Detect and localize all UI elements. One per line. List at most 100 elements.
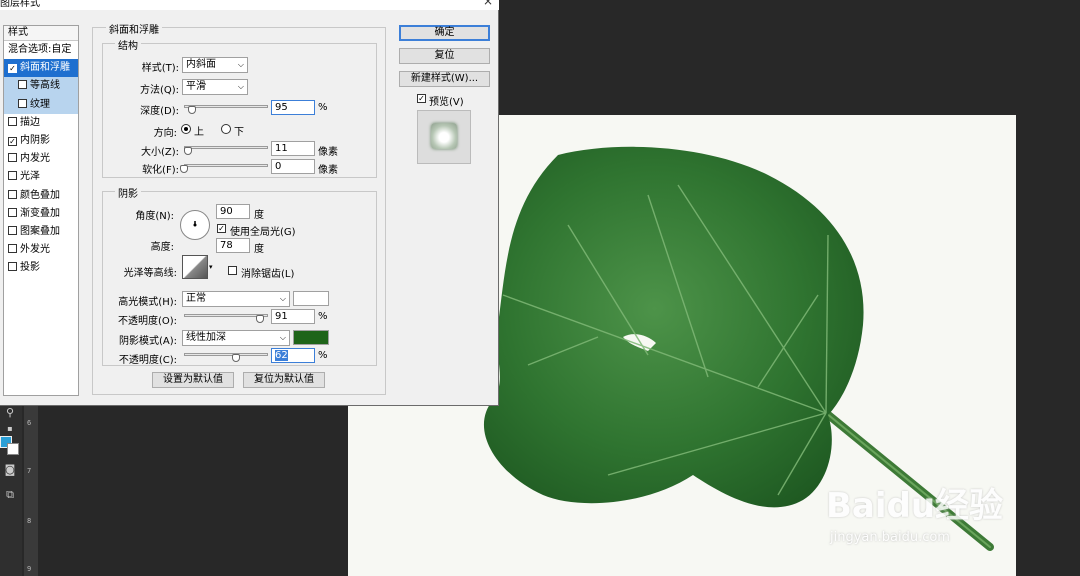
style-item-color-overlay[interactable]: 颜色叠加 — [4, 187, 78, 205]
style-item-stroke[interactable]: 描边 — [4, 114, 78, 132]
soften-input[interactable]: 0 — [271, 159, 315, 174]
styles-header: 样式 — [4, 26, 78, 41]
highlight-color-swatch[interactable] — [293, 291, 329, 306]
gloss-contour-label: 光泽等高线: — [123, 268, 177, 279]
global-light-checkbox[interactable]: ✓ — [217, 224, 226, 233]
size-label: 大小(Z): — [140, 147, 179, 158]
ruler-mark: 8 — [27, 517, 32, 525]
shadow-mode-dropdown[interactable]: 线性加深 ⌵ — [182, 330, 290, 346]
highlight-mode-dropdown[interactable]: 正常 ⌵ — [182, 291, 290, 307]
highlight-opacity-slider[interactable] — [184, 314, 268, 317]
checkbox-icon[interactable]: ✓ — [8, 64, 17, 74]
style-item-label: 斜面和浮雕 — [20, 62, 70, 74]
style-item-label: 内发光 — [20, 153, 50, 165]
soften-label: 软化(F): — [142, 165, 179, 176]
background-color-swatch[interactable] — [7, 443, 19, 455]
reset-default-button[interactable]: 复位为默认值 — [243, 372, 325, 388]
checkbox-icon[interactable] — [8, 207, 17, 217]
zoom-tool-icon[interactable]: ⚲ — [2, 406, 18, 420]
preview-checkbox[interactable]: ✓ — [417, 94, 426, 103]
bevel-section-title: 斜面和浮雕 — [106, 21, 162, 36]
shadow-color-swatch[interactable] — [293, 330, 329, 345]
style-label: 样式(T): — [141, 63, 179, 74]
depth-slider-thumb[interactable] — [187, 106, 196, 114]
style-item-gradient-overlay[interactable]: 渐变叠加 — [4, 205, 78, 223]
reset-button[interactable]: 复位 — [399, 48, 490, 64]
shadow-opacity-slider[interactable] — [184, 353, 268, 356]
screen-mode-icon[interactable]: ⧉ — [2, 488, 18, 502]
style-item-contour[interactable]: 等高线 — [4, 77, 78, 96]
checkbox-icon[interactable]: ✓ — [8, 136, 17, 146]
style-item-label: 投影 — [20, 262, 40, 274]
close-icon[interactable]: × — [483, 0, 493, 8]
checkbox-icon[interactable] — [8, 171, 17, 181]
highlight-mode-label: 高光模式(H): — [118, 297, 177, 308]
checkbox-icon[interactable] — [8, 225, 17, 235]
style-item-drop-shadow[interactable]: 投影 — [4, 259, 78, 277]
style-item-satin[interactable]: 光泽 — [4, 168, 78, 186]
make-default-button[interactable]: 设置为默认值 — [152, 372, 234, 388]
altitude-input[interactable]: 78 — [216, 238, 250, 253]
preview-swatch — [431, 123, 457, 149]
style-dropdown[interactable]: 内斜面 ⌵ — [182, 57, 248, 73]
new-style-button[interactable]: 新建样式(W)... — [399, 71, 490, 87]
antialias-checkbox[interactable] — [228, 266, 237, 275]
chevron-down-icon: ⌵ — [237, 60, 244, 69]
highlight-opacity-input[interactable]: 91 — [271, 309, 315, 324]
baidu-watermark-url: jingyan.baidu.com — [830, 530, 950, 545]
shadow-opacity-slider-thumb[interactable] — [232, 354, 241, 362]
bevel-emboss-group: 斜面和浮雕 结构 样式(T): 内斜面 ⌵ 方法(Q): 平滑 ⌵ 深度(D): 9… — [92, 21, 386, 395]
style-item-blending-options[interactable]: 混合选项:自定 — [4, 41, 78, 59]
checkbox-icon[interactable] — [8, 189, 17, 199]
style-item-pattern-overlay[interactable]: 图案叠加 — [4, 223, 78, 241]
checkbox-icon[interactable] — [8, 153, 17, 163]
baidu-watermark: Baidu经验 — [826, 486, 1004, 526]
depth-slider[interactable] — [184, 105, 268, 108]
default-colors-icon[interactable]: ▪ — [2, 422, 18, 436]
style-item-texture[interactable]: 纹理 — [4, 95, 78, 114]
antialias-label: 消除锯齿(L) — [241, 269, 295, 280]
shadow-mode-label: 阴影模式(A): — [118, 336, 177, 347]
shadow-opacity-input[interactable]: 62 — [271, 348, 315, 363]
direction-down-radio[interactable] — [221, 124, 231, 134]
size-slider[interactable] — [184, 146, 268, 149]
depth-value: 95 — [275, 102, 288, 113]
checkbox-icon[interactable] — [18, 98, 27, 108]
angle-input[interactable]: 90 — [216, 204, 250, 219]
ok-button[interactable]: 确定 — [399, 25, 490, 41]
style-item-label: 渐变叠加 — [20, 207, 60, 219]
method-dropdown[interactable]: 平滑 ⌵ — [182, 79, 248, 95]
preview-label: 预览(V) — [429, 97, 464, 108]
soften-unit: 像素 — [318, 165, 338, 176]
highlight-opacity-value: 91 — [275, 311, 288, 322]
highlight-opacity-slider-thumb[interactable] — [256, 315, 265, 323]
soften-slider[interactable] — [184, 164, 268, 167]
style-item-outer-glow[interactable]: 外发光 — [4, 241, 78, 259]
checkbox-icon[interactable] — [8, 262, 17, 272]
direction-up-radio[interactable] — [181, 124, 191, 134]
style-item-inner-shadow[interactable]: ✓ 内阴影 — [4, 132, 78, 150]
style-item-label: 等高线 — [30, 80, 60, 92]
soften-value: 0 — [275, 161, 282, 172]
structure-group: 结构 样式(T): 内斜面 ⌵ 方法(Q): 平滑 ⌵ 深度(D): 95 % 方向… — [102, 37, 377, 178]
dialog-titlebar[interactable]: 图层样式 × — [0, 0, 499, 10]
quick-mask-icon[interactable]: ◙ — [2, 463, 18, 477]
style-item-label: 纹理 — [30, 98, 50, 110]
gloss-contour-icon[interactable] — [182, 255, 208, 279]
gloss-dropdown-icon[interactable]: ▾ — [209, 263, 213, 271]
checkbox-icon[interactable] — [8, 116, 17, 126]
style-item-label: 图案叠加 — [20, 225, 60, 237]
angle-dial[interactable] — [180, 210, 210, 240]
checkbox-icon[interactable] — [8, 244, 17, 254]
size-slider-thumb[interactable] — [183, 147, 192, 155]
style-item-bevel-emboss[interactable]: ✓ 斜面和浮雕 — [4, 59, 78, 78]
depth-input[interactable]: 95 — [271, 100, 315, 115]
checkbox-icon[interactable] — [18, 80, 27, 90]
ruler-mark: 9 — [27, 565, 32, 573]
depth-label: 深度(D): — [140, 106, 179, 117]
style-item-label: 光泽 — [20, 171, 40, 183]
size-input[interactable]: 11 — [271, 141, 315, 156]
style-item-inner-glow[interactable]: 内发光 — [4, 150, 78, 168]
shadow-opacity-label: 不透明度(C): — [118, 355, 177, 366]
soften-slider-thumb[interactable] — [180, 165, 188, 173]
